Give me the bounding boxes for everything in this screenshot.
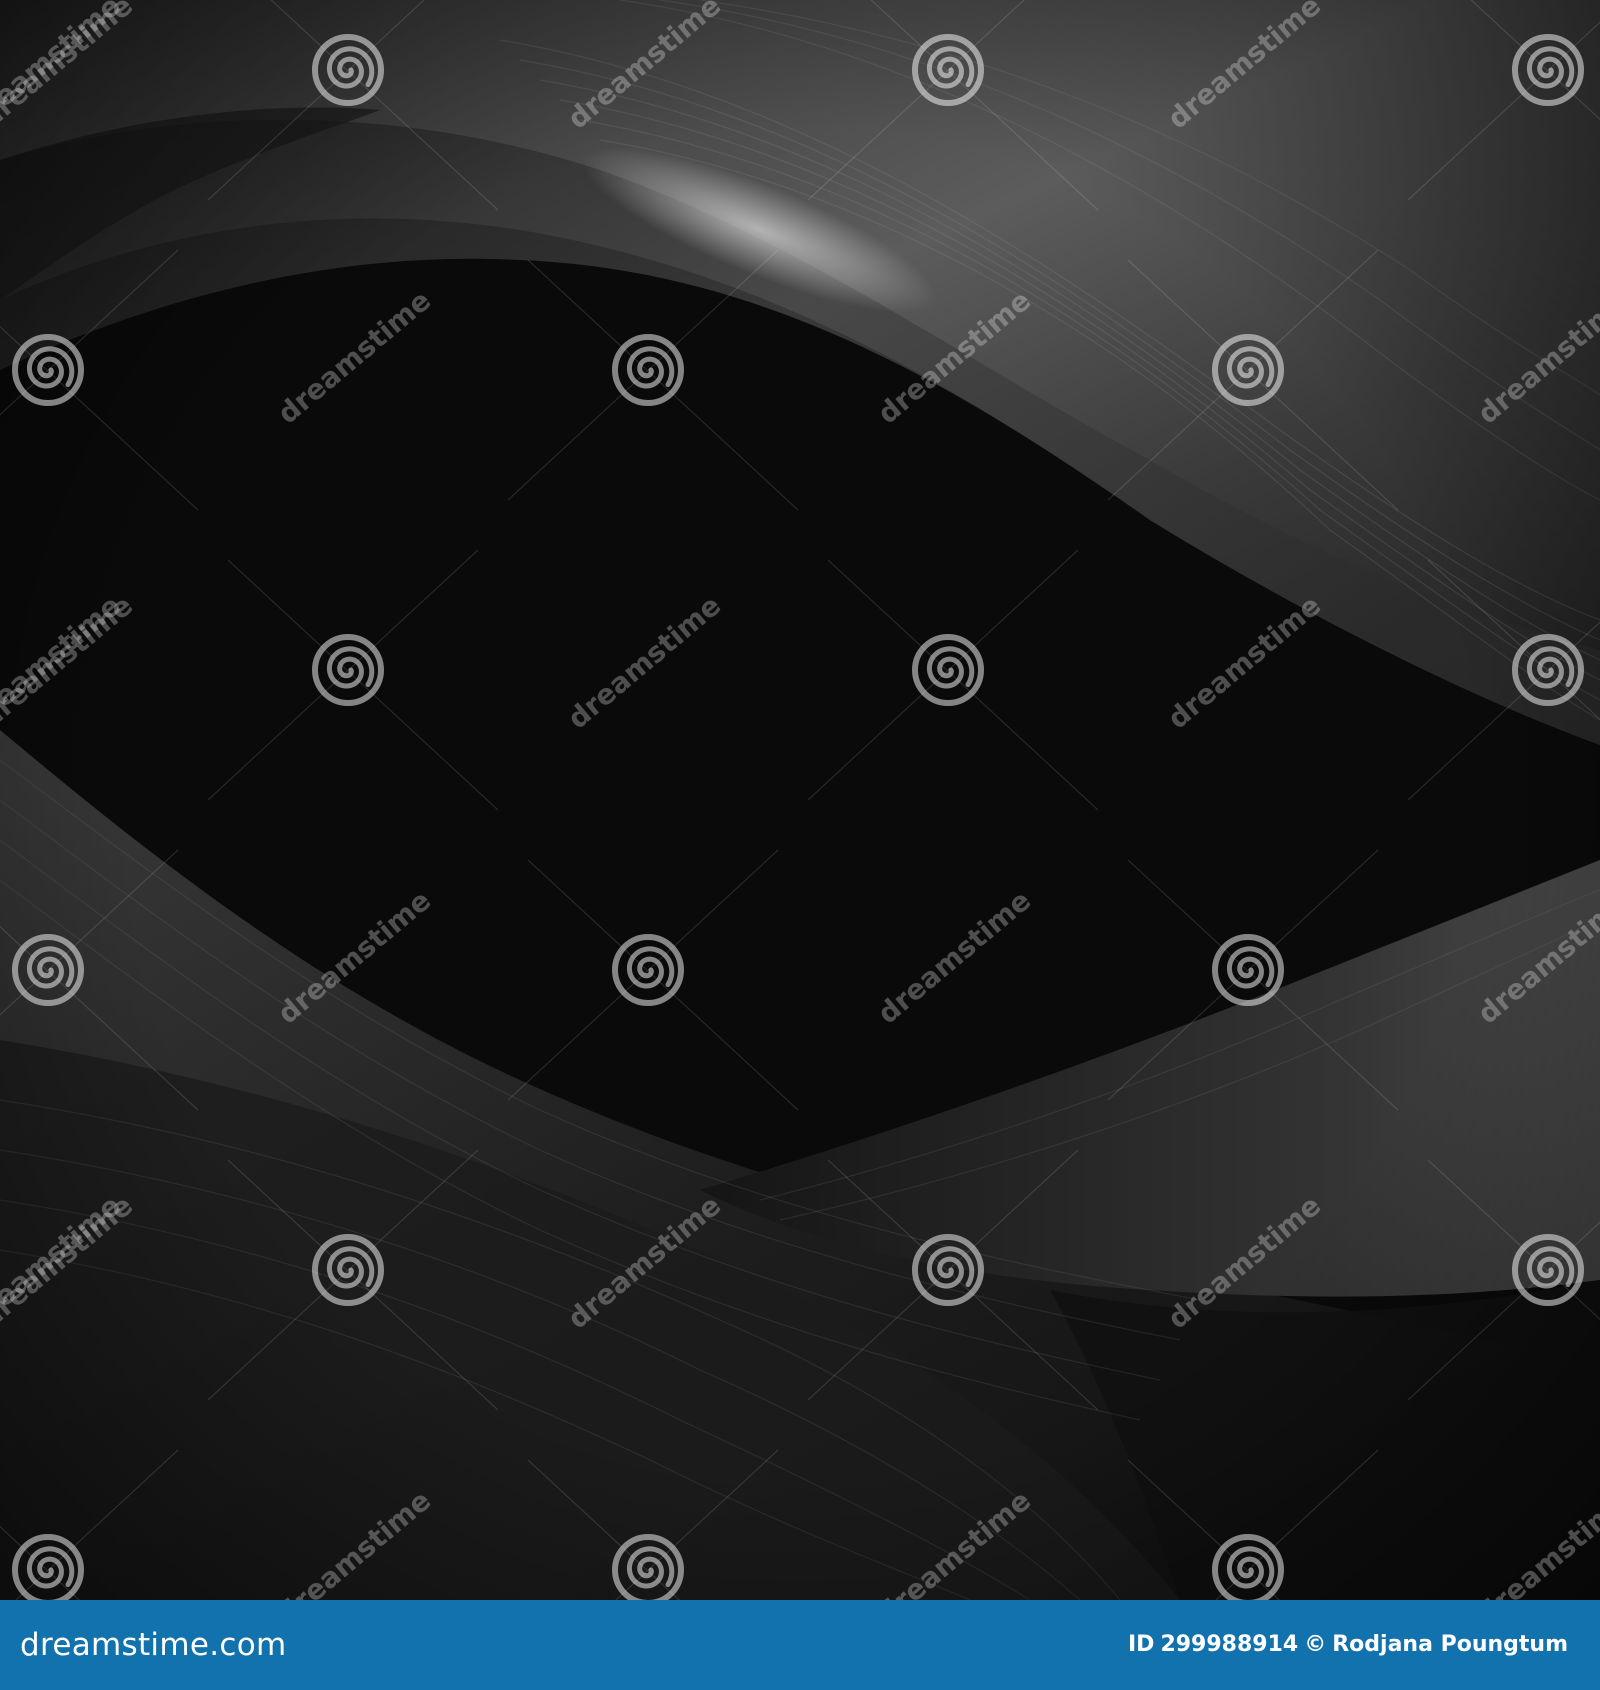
footer-bar: dreamstime.com ID 299988914 © Rodjana Poung… (0, 1600, 1600, 1690)
footer-credit: ID 299988914 © Rodjana Poungtum (1128, 1600, 1574, 1690)
abstract-wave-artwork (0, 0, 1600, 1600)
author-name: Rodjana Poungtum (1332, 1632, 1568, 1657)
copyright-symbol: © (1304, 1632, 1327, 1657)
stock-photo: dreamstime dreamstime dreamstime dreamstime… (0, 0, 1600, 1600)
id-label: ID (1127, 1632, 1155, 1657)
footer-brand[interactable]: dreamstime.com (20, 1600, 286, 1690)
image-id: 299988914 (1160, 1632, 1299, 1657)
